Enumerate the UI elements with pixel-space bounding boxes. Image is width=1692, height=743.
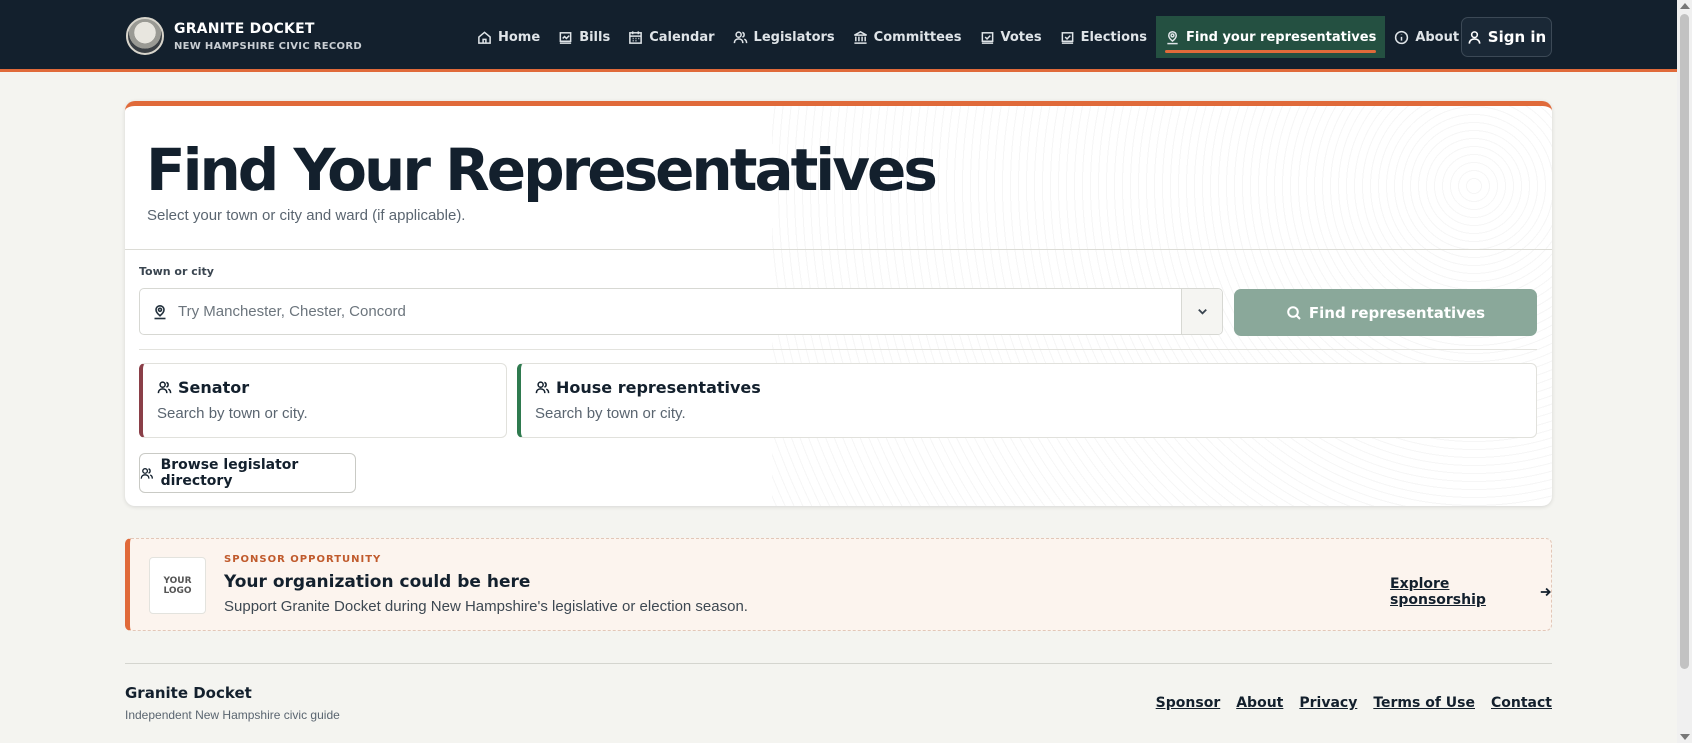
sponsor-title: Your organization could be here (224, 572, 531, 592)
house-title: House representatives (556, 378, 761, 397)
house-description: Search by town or city. (535, 405, 686, 422)
explore-sponsorship-link[interactable]: Explore sponsorship (1390, 576, 1551, 608)
explore-sponsorship-label: Explore sponsorship (1390, 576, 1486, 608)
calendar-icon (629, 30, 643, 44)
main-nav: Home Bills Calendar Legislators Committe… (468, 16, 1468, 58)
arrow-right-icon (1540, 587, 1551, 597)
page-title: Find Your Representatives (146, 136, 938, 204)
scrollbar-thumb[interactable] (1680, 14, 1689, 669)
home-icon (478, 30, 491, 44)
nav-legislators[interactable]: Legislators (724, 16, 844, 58)
top-navigation-bar: GRANITE DOCKET NEW HAMPSHIRE CIVIC RECOR… (0, 0, 1677, 72)
chevron-down-icon (1197, 308, 1207, 315)
footer-title: Granite Docket (125, 684, 252, 702)
footer-link-terms[interactable]: Terms of Use (1373, 695, 1475, 711)
page-scrollbar[interactable] (1677, 0, 1692, 743)
house-representatives-card: House representatives Search by town or … (517, 363, 1537, 438)
sponsor-description: Support Granite Docket during New Hampsh… (224, 598, 748, 615)
nav-calendar[interactable]: Calendar (619, 16, 723, 58)
senator-description: Search by town or city. (157, 405, 308, 422)
footer-subtitle: Independent New Hampshire civic guide (125, 708, 340, 722)
divider (125, 249, 1552, 250)
senator-title: Senator (178, 378, 250, 397)
nav-find-representatives[interactable]: Find your representatives (1156, 16, 1386, 58)
granite-logo-icon (126, 17, 164, 55)
senator-card: Senator Search by town or city. (139, 363, 507, 438)
brand[interactable]: GRANITE DOCKET NEW HAMPSHIRE CIVIC RECOR… (126, 17, 362, 55)
location-user-icon (1167, 30, 1178, 44)
sponsor-logo-placeholder: YOUR LOGO (149, 557, 206, 614)
users-icon (140, 467, 153, 479)
vote-icon (981, 31, 993, 44)
nav-committees[interactable]: Committees (844, 16, 971, 58)
sign-in-label: Sign in (1487, 28, 1547, 46)
find-representatives-card: Find Your Representatives Select your to… (125, 101, 1552, 506)
footer-link-privacy[interactable]: Privacy (1299, 695, 1357, 711)
user-icon (1468, 30, 1481, 44)
users-icon (733, 30, 747, 43)
footer-link-sponsor[interactable]: Sponsor (1156, 695, 1221, 711)
nav-label: About (1415, 29, 1460, 45)
users-icon (535, 381, 550, 394)
building-icon (853, 30, 867, 44)
nav-votes[interactable]: Votes (971, 16, 1051, 58)
nav-label: Home (498, 29, 541, 45)
nav-elections[interactable]: Elections (1051, 16, 1156, 58)
scroll-down-arrow-icon[interactable] (1680, 734, 1690, 740)
nav-label: Find your representatives (1186, 29, 1377, 45)
footer-divider (125, 663, 1552, 664)
info-icon (1395, 30, 1409, 44)
find-button-label: Find representatives (1308, 303, 1486, 322)
footer-links: Sponsor About Privacy Terms of Use Conta… (1156, 695, 1552, 711)
bills-icon (559, 31, 572, 44)
nav-label: Committees (873, 29, 962, 45)
nav-home[interactable]: Home (468, 16, 549, 58)
sponsor-kicker: SPONSOR OPPORTUNITY (224, 554, 382, 565)
find-representatives-button[interactable]: Find representatives (1234, 289, 1537, 336)
ballot-icon (1061, 31, 1073, 44)
nav-label: Bills (579, 29, 611, 45)
nav-label: Legislators (753, 29, 835, 45)
town-input[interactable] (168, 289, 1181, 334)
sign-in-button[interactable]: Sign in (1461, 17, 1552, 57)
browse-directory-label: Browse legislator directory (160, 457, 299, 489)
location-user-icon (154, 304, 166, 319)
divider (139, 349, 1537, 350)
page-subtitle: Select your town or city and ward (if ap… (147, 207, 466, 224)
brand-title: GRANITE DOCKET (174, 20, 315, 37)
scroll-up-arrow-icon[interactable] (1680, 3, 1690, 9)
users-icon (157, 381, 172, 394)
browse-directory-button[interactable]: Browse legislator directory (139, 453, 356, 493)
brand-subtitle: NEW HAMPSHIRE CIVIC RECORD (174, 40, 362, 52)
nav-about[interactable]: About (1385, 16, 1468, 58)
nav-label: Calendar (649, 29, 715, 45)
sponsor-banner: YOUR LOGO SPONSOR OPPORTUNITY Your organ… (125, 538, 1552, 631)
footer-link-contact[interactable]: Contact (1491, 695, 1552, 711)
nav-label: Votes (1000, 29, 1042, 45)
town-field-label: Town or city (139, 265, 214, 278)
nav-label: Elections (1080, 29, 1148, 45)
nav-bills[interactable]: Bills (549, 16, 619, 58)
town-combobox[interactable] (139, 288, 1223, 335)
footer-link-about[interactable]: About (1236, 695, 1283, 711)
town-dropdown-toggle[interactable] (1181, 289, 1222, 334)
search-icon (1287, 305, 1301, 320)
